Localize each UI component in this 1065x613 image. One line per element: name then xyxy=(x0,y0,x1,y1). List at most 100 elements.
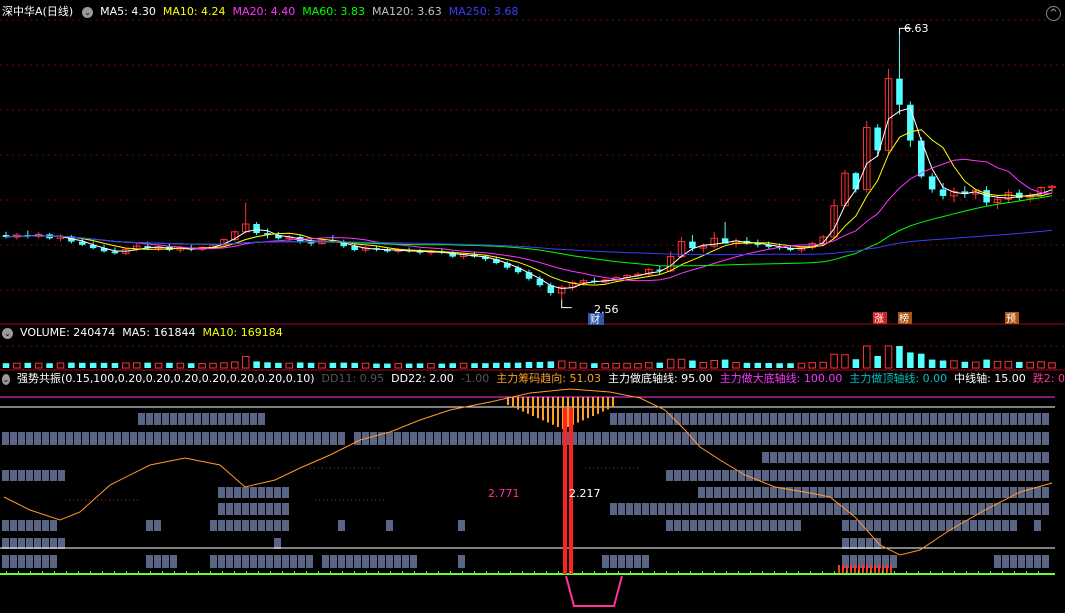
signal-block xyxy=(154,555,161,568)
signal-block xyxy=(210,413,217,425)
bottom-dot xyxy=(750,571,751,573)
signal-block xyxy=(914,520,921,531)
volume-bar xyxy=(874,356,881,368)
signal-block xyxy=(290,555,297,568)
bottom-dot xyxy=(210,571,211,573)
volume-bar xyxy=(68,362,75,368)
signal-block xyxy=(242,555,249,568)
signal-block xyxy=(1042,452,1049,463)
bottom-dot xyxy=(450,571,451,573)
signal-block xyxy=(986,413,993,425)
volume-bar xyxy=(34,362,43,369)
signal-block xyxy=(370,555,377,568)
signal-block xyxy=(834,413,841,425)
signal-block xyxy=(922,520,929,531)
signal-block xyxy=(178,432,185,445)
signal-block xyxy=(786,503,793,515)
candle xyxy=(896,78,903,105)
signal-block xyxy=(938,520,945,531)
signal-block xyxy=(874,520,881,531)
signal-block xyxy=(842,538,849,549)
signal-block xyxy=(978,452,985,463)
volume-bar xyxy=(2,363,10,368)
signal-block xyxy=(722,470,729,481)
volume-toggle-icon[interactable]: ⌄ xyxy=(2,327,13,339)
signal-block xyxy=(634,432,641,445)
signal-block xyxy=(714,503,721,515)
signal-block xyxy=(970,452,977,463)
signal-block xyxy=(1042,413,1049,425)
settings-toggle-icon[interactable]: ⌄ xyxy=(82,6,94,18)
volume-bar xyxy=(971,361,980,369)
indicator-toggle-icon[interactable]: ⌄ xyxy=(2,373,11,385)
volume-bar xyxy=(808,362,817,369)
signal-block xyxy=(994,413,1001,425)
bottom-dot xyxy=(366,571,367,573)
signal-block xyxy=(738,432,745,445)
bottom-dot xyxy=(666,571,667,573)
bottom-dot xyxy=(762,571,763,573)
signal-block xyxy=(938,452,945,463)
bottom-dot xyxy=(534,571,535,573)
signal-block xyxy=(738,520,745,531)
signal-block xyxy=(978,413,985,425)
ma20-line xyxy=(5,158,1053,282)
signal-block xyxy=(938,503,945,515)
bottom-dot xyxy=(306,571,307,573)
signal-block xyxy=(754,503,761,515)
signal-block xyxy=(778,520,785,531)
signal-block xyxy=(298,432,305,445)
signal-block xyxy=(746,413,753,425)
candle xyxy=(939,189,947,196)
signal-block xyxy=(266,520,273,531)
signal-block xyxy=(1010,470,1017,481)
signal-block xyxy=(914,503,921,515)
volume-bar xyxy=(754,362,762,368)
indicator-title[interactable]: 强势共振(0.15,100,0.20,0.20,0.20,0.20,0.20,0… xyxy=(17,371,315,387)
indicator-label-3: 主力筹码趋向: 51.03 xyxy=(496,372,601,385)
volume-bar xyxy=(220,362,228,369)
signal-block xyxy=(1034,520,1041,531)
signal-block xyxy=(154,413,161,425)
signal-block xyxy=(1034,470,1041,481)
bottom-dot xyxy=(342,571,343,573)
signal-block xyxy=(898,520,905,531)
bottom-dot xyxy=(474,571,475,573)
signal-block xyxy=(762,413,769,425)
signal-block xyxy=(914,432,921,445)
volume-bar xyxy=(928,359,936,368)
signal-block xyxy=(922,452,929,463)
bottom-dot xyxy=(114,571,115,573)
volume-bar xyxy=(557,360,566,369)
volume-list: VOLUME: 240474 MA5: 161844 MA10: 169184 xyxy=(20,325,283,341)
signal-block xyxy=(850,452,857,463)
signal-block xyxy=(610,413,617,425)
chart-title[interactable]: 深中华A(日线) xyxy=(2,4,73,20)
signal-block xyxy=(1010,503,1017,515)
signal-block xyxy=(1034,413,1041,425)
volume-label-2: MA10: 169184 xyxy=(202,326,283,339)
signal-block xyxy=(978,520,985,531)
indicator-label-7: 中线轴: 15.00 xyxy=(954,372,1026,385)
signal-block xyxy=(762,503,769,515)
signal-block xyxy=(898,487,905,498)
signal-block xyxy=(642,413,649,425)
volume-bar xyxy=(787,363,794,368)
volume-bar xyxy=(427,363,435,369)
bottom-dot xyxy=(1014,571,1015,573)
signal-block xyxy=(1010,432,1017,445)
signal-block xyxy=(234,555,241,568)
close-icon[interactable]: ^ xyxy=(1046,6,1061,21)
signal-block xyxy=(890,413,897,425)
signal-block xyxy=(610,555,617,568)
signal-block xyxy=(1018,470,1025,481)
signal-block xyxy=(370,432,377,445)
volume-bar xyxy=(46,363,53,368)
bottom-dot xyxy=(774,571,775,573)
signal-block xyxy=(858,432,865,445)
signal-block xyxy=(338,555,345,568)
volume-bar xyxy=(438,363,446,368)
signal-block xyxy=(258,555,265,568)
signal-block xyxy=(858,470,865,481)
volume-bar xyxy=(144,362,151,368)
